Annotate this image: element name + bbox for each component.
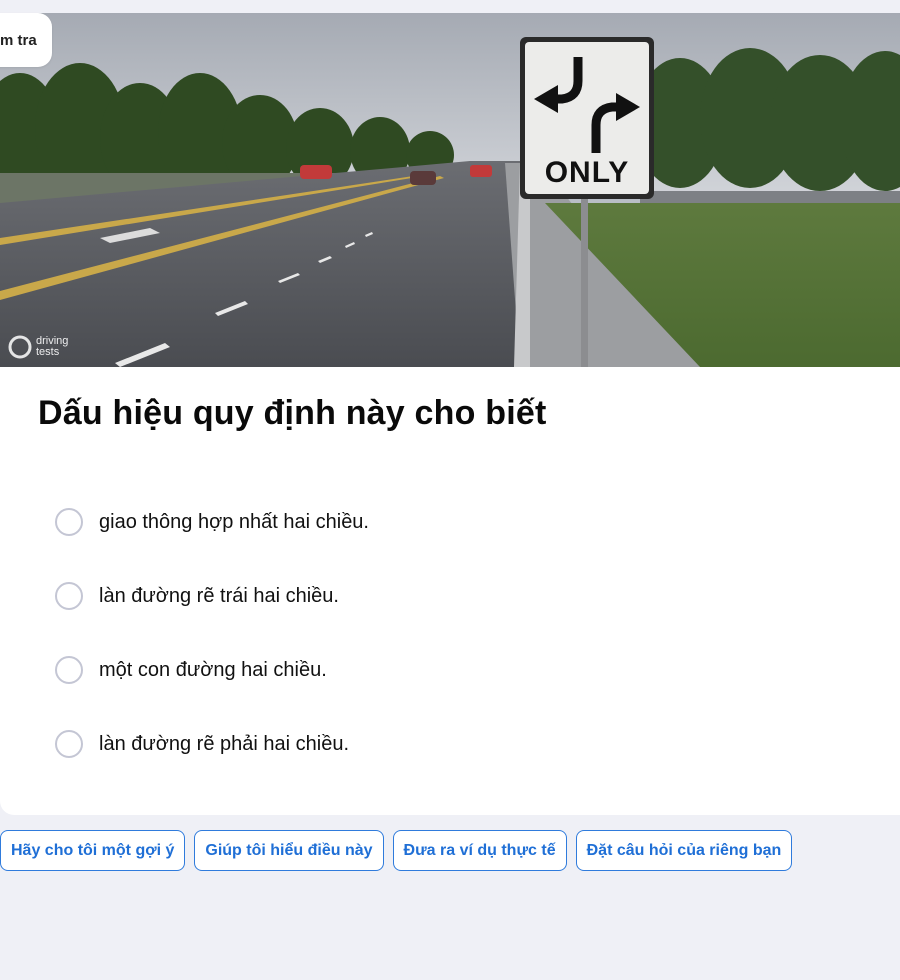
tab-label[interactable]: m tra xyxy=(0,13,52,67)
hint-button[interactable]: Hãy cho tôi một gợi ý xyxy=(0,830,186,871)
answer-option-label: giao thông hợp nhất hai chiều. xyxy=(99,510,369,533)
real-example-button[interactable]: Đưa ra ví dụ thực tế xyxy=(392,830,567,871)
radio-button[interactable] xyxy=(55,730,83,758)
answer-options: giao thông hợp nhất hai chiều. làn đường… xyxy=(55,505,855,801)
answer-option[interactable]: làn đường rẽ trái hai chiều. xyxy=(55,579,855,613)
ask-own-question-button[interactable]: Đặt câu hỏi của riêng bạn xyxy=(575,830,793,871)
hero-image: ONLY driving tests xyxy=(0,13,900,367)
sign-only-text: ONLY xyxy=(544,156,630,189)
answer-option[interactable]: giao thông hợp nhất hai chiều. xyxy=(55,505,855,539)
explain-button[interactable]: Giúp tôi hiểu điều này xyxy=(194,830,384,871)
answer-option-label: làn đường rẽ phải hai chiều. xyxy=(99,732,349,755)
watermark: driving tests xyxy=(36,336,68,358)
tab-label-text: m tra xyxy=(0,31,37,49)
watermark-line2: tests xyxy=(36,346,60,358)
answer-option[interactable]: một con đường hai chiều. xyxy=(55,653,855,687)
question-title: Dấu hiệu quy định này cho biết xyxy=(38,394,547,432)
help-chips: Hãy cho tôi một gợi ý Giúp tôi hiểu điều… xyxy=(0,830,900,872)
radio-button[interactable] xyxy=(55,656,83,684)
answer-option-label: làn đường rẽ trái hai chiều. xyxy=(99,584,339,607)
answer-option[interactable]: làn đường rẽ phải hai chiều. xyxy=(55,727,855,761)
radio-button[interactable] xyxy=(55,508,83,536)
answer-option-label: một con đường hai chiều. xyxy=(99,658,327,681)
radio-button[interactable] xyxy=(55,582,83,610)
